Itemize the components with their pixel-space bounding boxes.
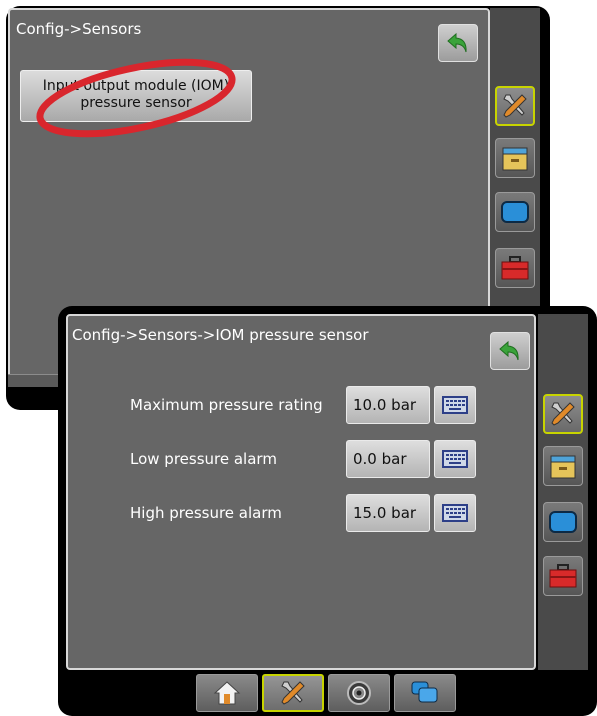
toolbox-icon bbox=[501, 256, 529, 280]
side-nav-tools[interactable] bbox=[495, 86, 535, 126]
tab-camera[interactable] bbox=[328, 674, 390, 712]
home-icon bbox=[213, 681, 241, 705]
keyboard-icon bbox=[442, 504, 468, 522]
page-title: Config->Sensors bbox=[16, 20, 142, 38]
side-nav-display[interactable] bbox=[495, 192, 535, 232]
tools-icon bbox=[551, 402, 575, 426]
side-nav-toolbox[interactable] bbox=[543, 556, 583, 596]
tab-screens[interactable] bbox=[394, 674, 456, 712]
front-main-panel: Config->Sensors->IOM pressure sensor Max… bbox=[66, 314, 536, 670]
tools-icon bbox=[281, 681, 305, 705]
side-nav-storage[interactable] bbox=[543, 446, 583, 486]
side-nav-display[interactable] bbox=[543, 502, 583, 542]
camera-icon bbox=[347, 681, 371, 705]
high-pressure-alarm-keyboard-button[interactable] bbox=[434, 494, 476, 532]
storage-box-icon bbox=[502, 147, 528, 171]
back-button[interactable] bbox=[438, 24, 478, 62]
low-pressure-alarm-keyboard-button[interactable] bbox=[434, 440, 476, 478]
screens-icon bbox=[411, 681, 438, 703]
high-pressure-alarm-field[interactable]: 15.0 bar bbox=[346, 494, 430, 532]
back-arrow-icon bbox=[499, 340, 519, 361]
maximum-pressure-rating-keyboard-button[interactable] bbox=[434, 386, 476, 424]
tab-tools[interactable] bbox=[262, 674, 324, 712]
keyboard-icon bbox=[442, 396, 468, 414]
high-pressure-alarm-label: High pressure alarm bbox=[130, 504, 282, 522]
maximum-pressure-rating-field[interactable]: 10.0 bar bbox=[346, 386, 430, 424]
back-arrow-icon bbox=[447, 32, 467, 53]
keyboard-icon bbox=[442, 450, 468, 468]
toolbox-icon bbox=[549, 564, 577, 588]
low-pressure-alarm-field[interactable]: 0.0 bar bbox=[346, 440, 430, 478]
annotation-circle bbox=[36, 58, 236, 138]
storage-box-icon bbox=[550, 455, 576, 479]
bottom-tab-bar bbox=[196, 674, 456, 712]
page-title: Config->Sensors->IOM pressure sensor bbox=[72, 326, 369, 344]
tools-icon bbox=[503, 94, 527, 118]
side-nav-tools[interactable] bbox=[543, 394, 583, 434]
tab-home[interactable] bbox=[196, 674, 258, 712]
side-nav-toolbox[interactable] bbox=[495, 248, 535, 288]
side-nav-storage[interactable] bbox=[495, 138, 535, 178]
display-icon bbox=[549, 511, 577, 533]
display-icon bbox=[501, 201, 529, 223]
back-button[interactable] bbox=[490, 332, 530, 370]
low-pressure-alarm-label: Low pressure alarm bbox=[130, 450, 277, 468]
front-side-nav bbox=[538, 314, 588, 670]
maximum-pressure-rating-label: Maximum pressure rating bbox=[130, 396, 323, 414]
front-screen: Config->Sensors->IOM pressure sensor Max… bbox=[58, 306, 597, 716]
